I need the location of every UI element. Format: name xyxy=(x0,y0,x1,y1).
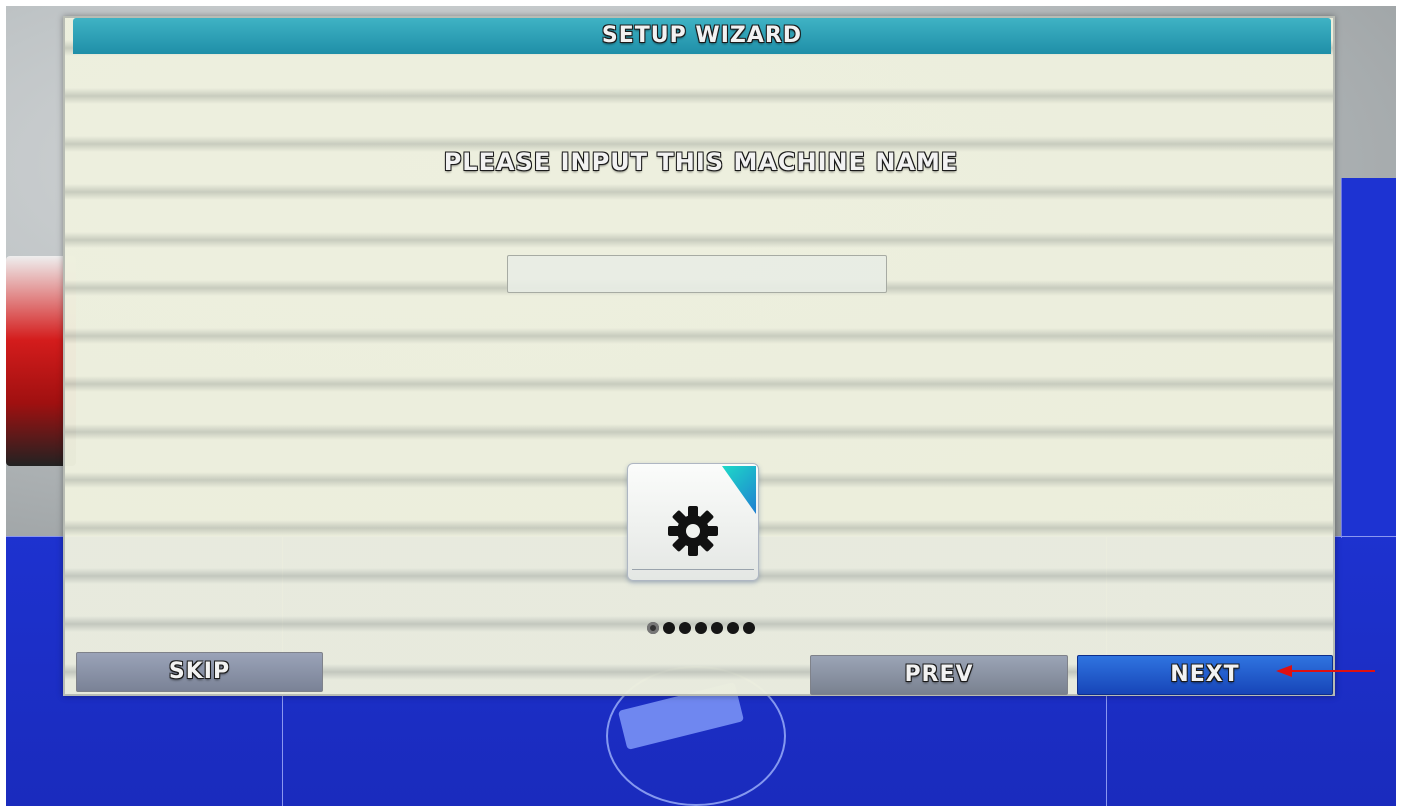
machine-name-prompt: PLEASE INPUT THIS MACHINE NAME xyxy=(443,148,959,176)
gear-icon xyxy=(668,506,718,556)
prev-button-label: PREV xyxy=(904,662,974,687)
dialog-title: SETUP WIZARD xyxy=(601,23,803,48)
step-dot xyxy=(679,622,691,634)
step-dot xyxy=(711,622,723,634)
settings-step-card xyxy=(627,463,759,581)
next-button-label: NEXT xyxy=(1170,662,1240,687)
wizard-step-indicator xyxy=(65,622,1337,638)
step-dot-current xyxy=(647,622,659,634)
skip-button-label: SKIP xyxy=(168,659,231,684)
machine-name-input[interactable] xyxy=(507,255,887,293)
skip-button[interactable]: SKIP xyxy=(76,652,323,692)
step-dot xyxy=(695,622,707,634)
setup-wizard-dialog: SETUP WIZARD PLEASE INPUT THIS MACHINE N… xyxy=(63,16,1335,696)
annotation-arrow-icon xyxy=(1276,665,1375,677)
card-underline xyxy=(632,569,754,570)
camera-channel-tile xyxy=(1341,178,1396,538)
step-dot xyxy=(743,622,755,634)
step-dot xyxy=(727,622,739,634)
step-dot xyxy=(663,622,675,634)
prev-button[interactable]: PREV xyxy=(810,655,1068,695)
card-corner-fold xyxy=(722,466,756,514)
dialog-titlebar: SETUP WIZARD xyxy=(73,18,1331,54)
